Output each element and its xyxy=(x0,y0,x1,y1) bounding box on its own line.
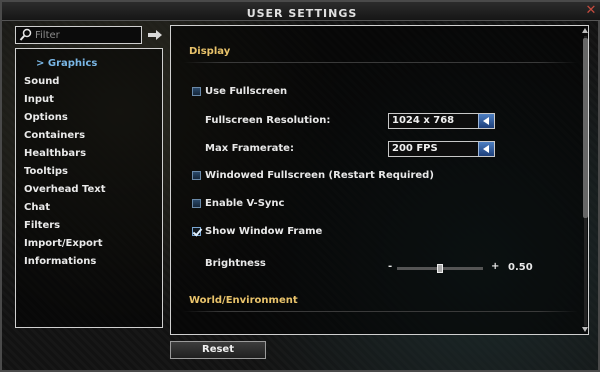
filter-input-box[interactable] xyxy=(15,26,142,44)
show-window-frame-label: Show Window Frame xyxy=(205,225,323,237)
close-icon[interactable]: ✕ xyxy=(584,4,598,18)
dropdown-arrow-icon[interactable] xyxy=(478,142,494,156)
section-divider xyxy=(183,311,578,312)
brightness-label: Brightness xyxy=(205,258,266,269)
section-title-world-environment: World/Environment xyxy=(189,295,298,306)
windowed-fullscreen-label: Windowed Fullscreen (Restart Required) xyxy=(205,169,434,181)
brightness-slider-thumb[interactable] xyxy=(437,264,443,273)
reset-button[interactable]: Reset xyxy=(170,341,266,359)
enable-vsync-label: Enable V-Sync xyxy=(205,197,285,209)
max-framerate-dropdown[interactable]: 200 FPS xyxy=(388,141,495,157)
dropdown-arrow-icon[interactable] xyxy=(478,114,494,128)
use-fullscreen-option[interactable]: Use Fullscreen xyxy=(192,84,287,98)
fullscreen-resolution-label: Fullscreen Resolution: xyxy=(205,115,331,126)
use-fullscreen-checkbox[interactable] xyxy=(192,86,201,96)
window-title: USER SETTINGS xyxy=(246,7,358,20)
sidebar-item-healthbars[interactable]: Healthbars xyxy=(16,145,162,163)
max-framerate-value: 200 FPS xyxy=(392,143,438,154)
sidebar-item-input[interactable]: Input xyxy=(16,91,162,109)
section-title-display: Display xyxy=(189,46,231,57)
sidebar-item-chat[interactable]: Chat xyxy=(16,199,162,217)
fullscreen-resolution-value: 1024 x 768 xyxy=(392,115,455,126)
show-window-frame-checkbox[interactable] xyxy=(192,226,201,236)
enable-vsync-option[interactable]: Enable V-Sync xyxy=(192,196,284,210)
filter-input[interactable] xyxy=(35,28,139,42)
settings-category-list: > Graphics Sound Input Options Container… xyxy=(15,48,163,328)
sidebar-item-containers[interactable]: Containers xyxy=(16,127,162,145)
scroll-thumb[interactable] xyxy=(583,38,588,218)
max-framerate-label: Max Framerate: xyxy=(205,143,294,154)
sidebar-item-options[interactable]: Options xyxy=(16,109,162,127)
brightness-value: 0.50 xyxy=(508,262,533,273)
fullscreen-resolution-dropdown[interactable]: 1024 x 768 xyxy=(388,113,495,129)
sidebar-item-overhead-text[interactable]: Overhead Text xyxy=(16,181,162,199)
sidebar-item-tooltips[interactable]: Tooltips xyxy=(16,163,162,181)
sidebar-item-informations[interactable]: Informations xyxy=(16,253,162,271)
use-fullscreen-label: Use Fullscreen xyxy=(205,85,288,97)
arrow-right-icon[interactable] xyxy=(147,29,163,41)
sidebar-item-graphics[interactable]: > Graphics xyxy=(16,55,162,73)
scroll-up-icon[interactable] xyxy=(582,28,588,34)
brightness-minus[interactable]: - xyxy=(388,261,392,272)
title-bar[interactable]: USER SETTINGS ✕ xyxy=(2,2,600,21)
enable-vsync-checkbox[interactable] xyxy=(192,198,201,208)
brightness-slider-track[interactable] xyxy=(397,264,483,273)
content-scrollbar[interactable] xyxy=(582,28,588,333)
search-icon xyxy=(19,28,32,41)
windowed-fullscreen-checkbox[interactable] xyxy=(192,170,201,180)
sidebar-item-filters[interactable]: Filters xyxy=(16,217,162,235)
sidebar-item-import-export[interactable]: Import/Export xyxy=(16,235,162,253)
settings-window: USER SETTINGS ✕ > Graphics Sound Input O… xyxy=(0,0,600,372)
windowed-fullscreen-option[interactable]: Windowed Fullscreen (Restart Required) xyxy=(192,168,434,182)
brightness-plus[interactable]: + xyxy=(491,261,499,272)
settings-content-panel: Display Use Fullscreen Fullscreen Resolu… xyxy=(170,25,589,335)
section-divider xyxy=(183,62,578,63)
sidebar-item-sound[interactable]: Sound xyxy=(16,73,162,91)
scroll-down-icon[interactable] xyxy=(582,327,588,333)
show-window-frame-option[interactable]: Show Window Frame xyxy=(192,224,322,238)
